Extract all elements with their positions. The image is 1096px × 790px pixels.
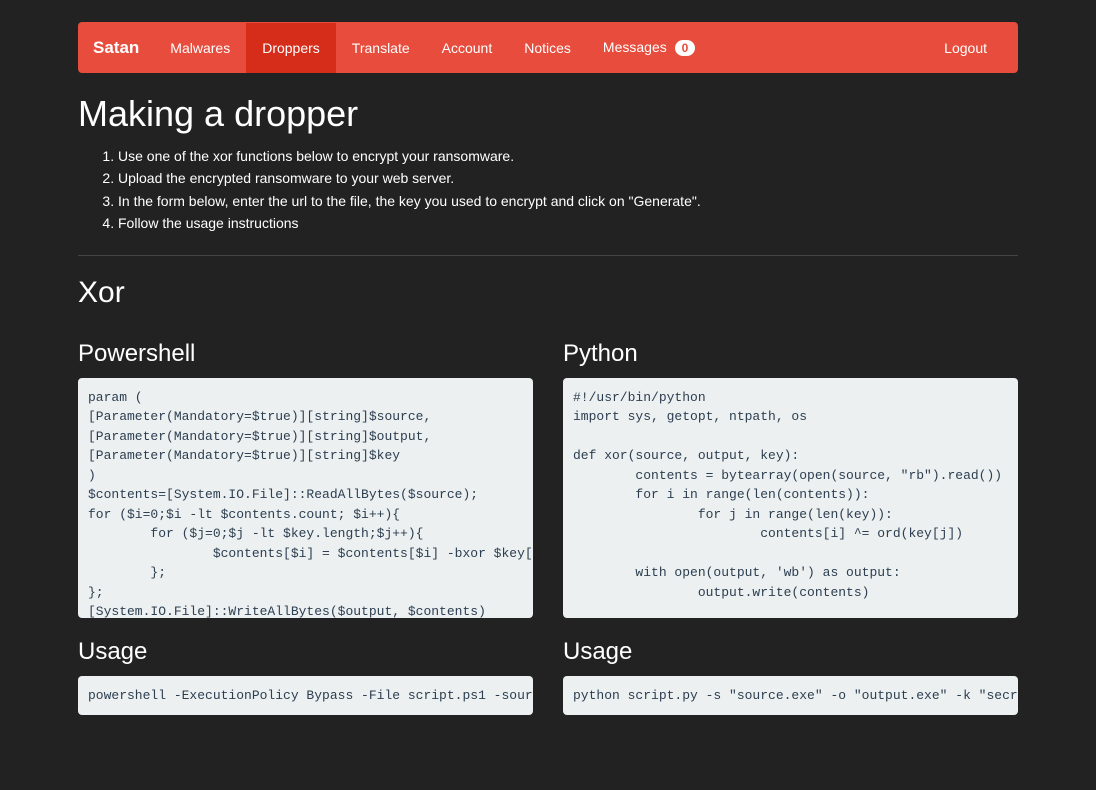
list-item: In the form below, enter the url to the … xyxy=(118,190,1018,212)
nav-primary: Malwares Droppers Translate Account Noti… xyxy=(154,22,711,73)
nav-item-translate[interactable]: Translate xyxy=(336,23,426,73)
python-heading: Python xyxy=(563,340,1018,368)
powershell-usage[interactable]: powershell -ExecutionPolicy Bypass -File… xyxy=(78,676,533,716)
page-title: Making a dropper xyxy=(78,93,1018,135)
brand[interactable]: Satan xyxy=(93,23,154,73)
nav-item-malwares[interactable]: Malwares xyxy=(154,23,246,73)
list-item: Upload the encrypted ransomware to your … xyxy=(118,167,1018,189)
nav-item-droppers[interactable]: Droppers xyxy=(246,23,336,73)
python-usage[interactable]: python script.py -s "source.exe" -o "out… xyxy=(563,676,1018,716)
powershell-heading: Powershell xyxy=(78,340,533,368)
nav-item-messages[interactable]: Messages 0 xyxy=(587,22,711,73)
xor-heading: Xor xyxy=(78,276,1018,310)
python-usage-heading: Usage xyxy=(563,638,1018,666)
powershell-code[interactable]: param ( [Parameter(Mandatory=$true)][str… xyxy=(78,378,533,618)
powershell-usage-heading: Usage xyxy=(78,638,533,666)
list-item: Follow the usage instructions xyxy=(118,212,1018,234)
messages-badge: 0 xyxy=(675,40,696,56)
powershell-column: Powershell param ( [Parameter(Mandatory=… xyxy=(78,320,533,726)
python-code[interactable]: #!/usr/bin/python import sys, getopt, nt… xyxy=(563,378,1018,618)
navbar: Satan Malwares Droppers Translate Accoun… xyxy=(78,22,1018,73)
nav-item-account[interactable]: Account xyxy=(426,23,509,73)
nav-item-logout[interactable]: Logout xyxy=(928,23,1003,73)
list-item: Use one of the xor functions below to en… xyxy=(118,145,1018,167)
python-column: Python #!/usr/bin/python import sys, get… xyxy=(563,320,1018,726)
nav-item-notices[interactable]: Notices xyxy=(508,23,587,73)
instructions-list: Use one of the xor functions below to en… xyxy=(78,145,1018,235)
nav-secondary: Logout xyxy=(928,23,1003,73)
divider xyxy=(78,255,1018,256)
